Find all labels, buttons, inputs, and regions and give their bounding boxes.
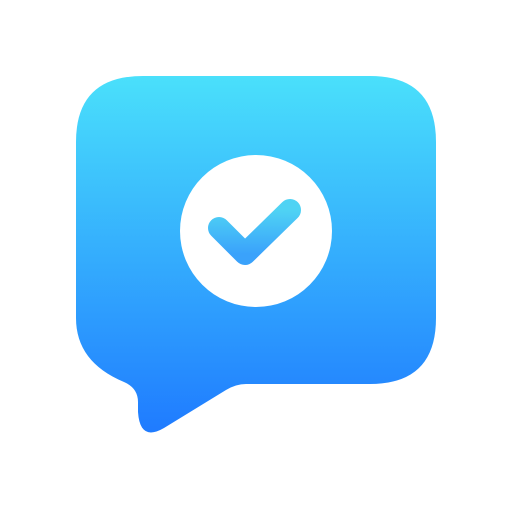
app-icon-canvas [0, 0, 512, 512]
chat-bubble-check-icon [76, 76, 436, 433]
